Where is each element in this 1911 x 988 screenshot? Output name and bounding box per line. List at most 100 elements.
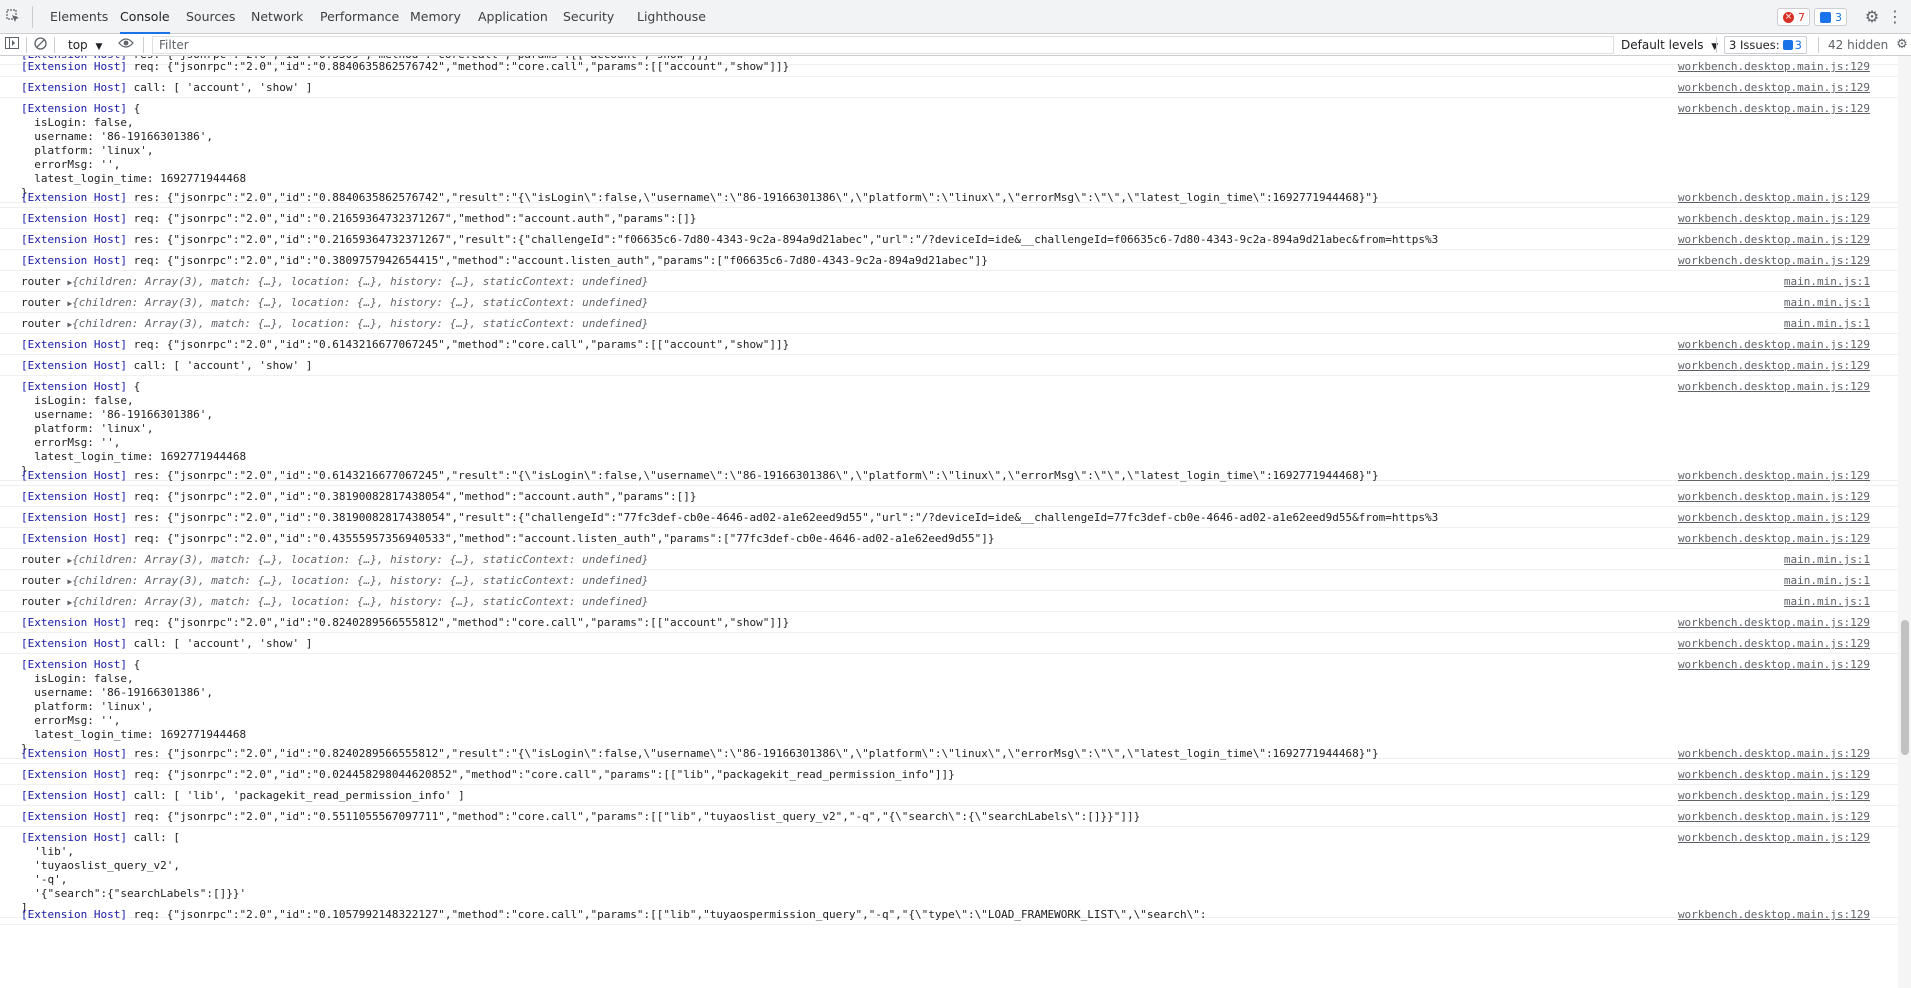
console-message: [Extension Host] req: {"jsonrpc":"2.0","… bbox=[0, 334, 1898, 355]
tab-security[interactable]: Security bbox=[563, 0, 614, 34]
source-link[interactable]: workbench.desktop.main.js:129 bbox=[1678, 532, 1870, 546]
source-link[interactable]: workbench.desktop.main.js:129 bbox=[1678, 747, 1870, 761]
message-line: isLogin: false, bbox=[21, 394, 1438, 408]
source-link[interactable]: main.min.js:1 bbox=[1784, 595, 1870, 609]
tab-performance[interactable]: Performance bbox=[320, 0, 399, 34]
source-link[interactable]: workbench.desktop.main.js:129 bbox=[1678, 359, 1870, 373]
object-preview[interactable]: {children: Array(3), match: {…}, locatio… bbox=[72, 595, 648, 608]
more-options-icon[interactable]: ⋮ bbox=[1886, 8, 1904, 26]
issues-button[interactable]: 3 Issues: 3 bbox=[1724, 36, 1807, 54]
source-link[interactable]: workbench.desktop.main.js:129 bbox=[1678, 908, 1870, 922]
object-preview[interactable]: {children: Array(3), match: {…}, locatio… bbox=[72, 553, 648, 566]
source-link[interactable]: workbench.desktop.main.js:129 bbox=[1678, 469, 1870, 483]
message-line: [Extension Host] req: {"jsonrpc":"2.0","… bbox=[21, 532, 1438, 546]
console-settings-gear-icon[interactable]: ⚙ bbox=[1894, 37, 1910, 53]
source-link[interactable]: main.min.js:1 bbox=[1784, 553, 1870, 567]
message-line: [Extension Host] req: {"jsonrpc":"2.0","… bbox=[21, 212, 1438, 226]
tab-elements[interactable]: Elements bbox=[50, 0, 108, 34]
message-text: isLogin: false, bbox=[21, 116, 134, 129]
message-line: '-q', bbox=[21, 873, 1438, 887]
tab-console[interactable]: Console bbox=[120, 0, 170, 34]
source-link[interactable]: workbench.desktop.main.js:129 bbox=[1678, 490, 1870, 504]
console-message: [Extension Host] res: {"jsonrpc":"2.0","… bbox=[0, 507, 1898, 528]
source-link[interactable]: workbench.desktop.main.js:129 bbox=[1678, 254, 1870, 268]
context-value: top bbox=[68, 38, 88, 52]
message-text: [Extension Host] res: {"jsonrpc":"2.0","… bbox=[21, 469, 1379, 482]
message-text: [Extension Host] req: {"jsonrpc":"2.0","… bbox=[21, 212, 697, 225]
message-text: 'lib', bbox=[21, 845, 74, 858]
message-line: [Extension Host] req: {"jsonrpc":"2.0","… bbox=[21, 810, 1438, 824]
error-count-badge[interactable]: × 7 bbox=[1777, 8, 1810, 26]
console-message: router ▶{children: Array(3), match: {…},… bbox=[0, 313, 1898, 334]
source-link[interactable]: workbench.desktop.main.js:129 bbox=[1678, 212, 1870, 226]
message-text: [Extension Host] call: [ 'account', 'sho… bbox=[21, 637, 313, 650]
source-link[interactable]: workbench.desktop.main.js:129 bbox=[1678, 637, 1870, 651]
scrollbar-thumb[interactable] bbox=[1901, 620, 1909, 755]
console-message: [Extension Host] req: {"jsonrpc":"2.0","… bbox=[0, 250, 1898, 271]
message-line: router ▶{children: Array(3), match: {…},… bbox=[21, 296, 1438, 310]
source-link[interactable]: workbench.desktop.main.js:129 bbox=[1678, 380, 1870, 394]
message-text: errorMsg: '', bbox=[21, 158, 121, 171]
eye-icon[interactable] bbox=[118, 37, 134, 53]
tab-application[interactable]: Application bbox=[478, 0, 548, 34]
message-text: [Extension Host] { bbox=[21, 102, 141, 115]
object-preview[interactable]: {children: Array(3), match: {…}, locatio… bbox=[72, 296, 648, 309]
message-line: latest_login_time: 1692771944468 bbox=[21, 728, 1438, 742]
source-link[interactable]: workbench.desktop.main.js:129 bbox=[1678, 191, 1870, 205]
source-link[interactable]: workbench.desktop.main.js:129 bbox=[1678, 60, 1870, 74]
source-link[interactable]: workbench.desktop.main.js:129 bbox=[1678, 789, 1870, 803]
tab-sources[interactable]: Sources bbox=[186, 0, 235, 34]
source-link[interactable]: workbench.desktop.main.js:129 bbox=[1678, 233, 1870, 247]
object-preview[interactable]: {children: Array(3), match: {…}, locatio… bbox=[72, 574, 648, 587]
message-text: [Extension Host] { bbox=[21, 658, 141, 671]
message-line: router ▶{children: Array(3), match: {…},… bbox=[21, 574, 1438, 588]
toolbar-separator bbox=[54, 37, 55, 53]
source-link[interactable]: workbench.desktop.main.js:129 bbox=[1678, 616, 1870, 630]
message-line: [Extension Host] res: {"jsonrpc":"2.0","… bbox=[21, 747, 1438, 761]
tab-memory[interactable]: Memory bbox=[410, 0, 461, 34]
tab-label: Lighthouse bbox=[637, 9, 706, 24]
source-link[interactable]: main.min.js:1 bbox=[1784, 296, 1870, 310]
message-line: isLogin: false, bbox=[21, 116, 1438, 130]
message-line: [Extension Host] res: {"jsonrpc":"2.0","… bbox=[21, 233, 1438, 247]
source-link[interactable]: workbench.desktop.main.js:129 bbox=[1678, 831, 1870, 845]
source-link[interactable]: workbench.desktop.main.js:129 bbox=[1678, 338, 1870, 352]
message-line: username: '86-19166301386', bbox=[21, 408, 1438, 422]
console-scrollbar[interactable] bbox=[1898, 56, 1911, 988]
source-link[interactable]: workbench.desktop.main.js:129 bbox=[1678, 511, 1870, 525]
message-line: [Extension Host] req: {"jsonrpc":"2.0","… bbox=[21, 768, 1438, 782]
message-text: 'tuyaoslist_query_v2', bbox=[21, 859, 180, 872]
tab-network[interactable]: Network bbox=[251, 0, 303, 34]
log-prefix: router bbox=[21, 574, 68, 587]
message-count-badge[interactable]: 3 bbox=[1814, 8, 1847, 26]
message-line: [Extension Host] call: [ 'account', 'sho… bbox=[21, 359, 1438, 373]
inspect-element-icon[interactable] bbox=[6, 9, 20, 23]
log-prefix: router bbox=[21, 317, 68, 330]
message-text: platform: 'linux', bbox=[21, 700, 154, 713]
object-preview[interactable]: {children: Array(3), match: {…}, locatio… bbox=[72, 275, 648, 288]
message-text: latest_login_time: 1692771944468 bbox=[21, 728, 247, 741]
source-link[interactable]: workbench.desktop.main.js:129 bbox=[1678, 658, 1870, 672]
gear-icon[interactable]: ⚙ bbox=[1863, 8, 1881, 26]
source-link[interactable]: workbench.desktop.main.js:129 bbox=[1678, 81, 1870, 95]
message-text: [Extension Host] req: {"jsonrpc":"2.0","… bbox=[21, 60, 790, 73]
message-line: [Extension Host] req: {"jsonrpc":"2.0","… bbox=[21, 338, 1438, 352]
source-link[interactable]: main.min.js:1 bbox=[1784, 275, 1870, 289]
message-text: errorMsg: '', bbox=[21, 714, 121, 727]
tab-lighthouse[interactable]: Lighthouse bbox=[637, 0, 706, 34]
filter-input[interactable] bbox=[152, 36, 1614, 54]
sidebar-toggle-icon[interactable] bbox=[4, 37, 20, 53]
context-selector[interactable]: top ▼ bbox=[68, 34, 102, 56]
source-link[interactable]: workbench.desktop.main.js:129 bbox=[1678, 810, 1870, 824]
source-link[interactable]: main.min.js:1 bbox=[1784, 574, 1870, 588]
object-preview[interactable]: {children: Array(3), match: {…}, locatio… bbox=[72, 317, 648, 330]
tab-label: Console bbox=[120, 9, 170, 24]
log-levels-dropdown[interactable]: Default levels ▼ bbox=[1621, 34, 1718, 56]
message-line: [Extension Host] call: [ 'account', 'sho… bbox=[21, 81, 1438, 95]
devtools-tab-bar: Elements Console Sources Network Performance… bbox=[0, 0, 1911, 34]
clear-console-icon[interactable] bbox=[32, 37, 48, 53]
message-line: platform: 'linux', bbox=[21, 144, 1438, 158]
source-link[interactable]: workbench.desktop.main.js:129 bbox=[1678, 768, 1870, 782]
source-link[interactable]: workbench.desktop.main.js:129 bbox=[1678, 102, 1870, 116]
source-link[interactable]: main.min.js:1 bbox=[1784, 317, 1870, 331]
